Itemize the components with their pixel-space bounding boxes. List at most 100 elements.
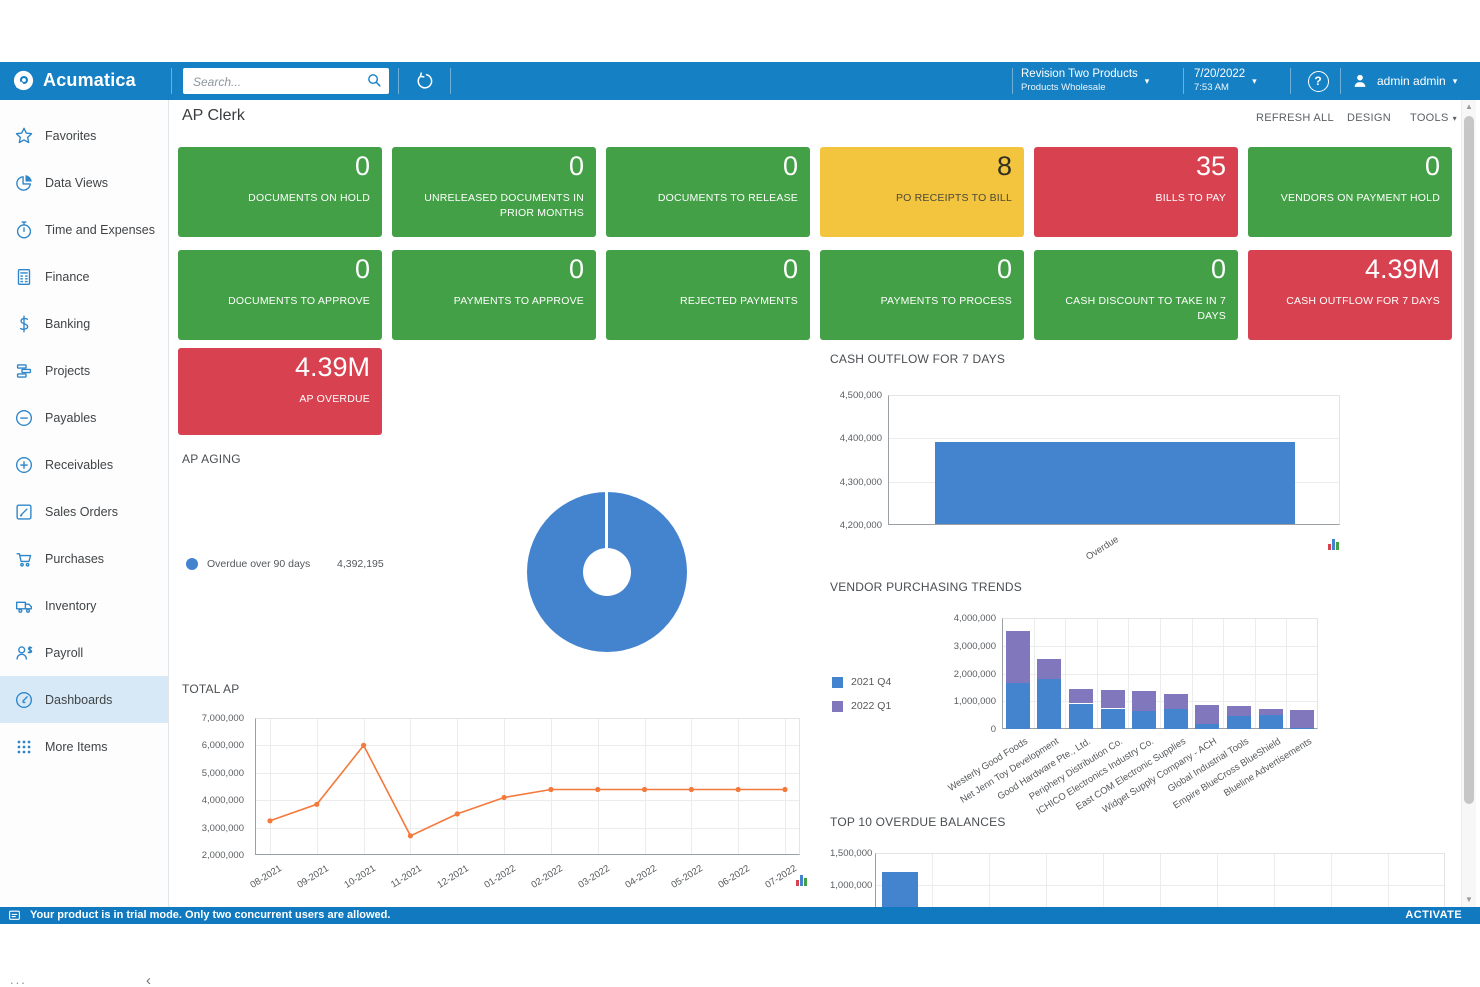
kpi-tile-bills-to-pay[interactable]: 35BILLS TO PAY — [1034, 147, 1238, 237]
bar-overdue-1[interactable] — [882, 872, 918, 907]
kpi-value: 4.39M — [1365, 254, 1440, 285]
acumatica-logo[interactable]: Acumatica — [12, 69, 136, 92]
sidebar-item-finance[interactable]: Finance — [0, 253, 168, 300]
bar-global-industrial-tools-2022-q1[interactable] — [1227, 706, 1251, 716]
business-date-timer-button[interactable] — [404, 62, 446, 100]
stopwatch-icon — [13, 219, 35, 241]
chart-type-icon[interactable] — [796, 874, 810, 886]
kpi-tile-vendors-on-payment-hold[interactable]: 0VENDORS ON PAYMENT HOLD — [1248, 147, 1452, 237]
sidebar-item-purchases[interactable]: Purchases — [0, 535, 168, 582]
bar-empire-bluecross-blueshield-2022-q1[interactable] — [1259, 709, 1283, 715]
sidebar-item-favorites[interactable]: Favorites — [0, 112, 168, 159]
scroll-up-icon[interactable]: ▲ — [1462, 100, 1476, 114]
main-scrollbar[interactable]: ▲ ▼ — [1461, 100, 1476, 907]
kpi-tile-payments-to-process[interactable]: 0PAYMENTS TO PROCESS — [820, 250, 1024, 340]
kpi-tile-ap-overdue[interactable]: 4.39MAP OVERDUE — [178, 348, 382, 435]
bar-periphery-distribution-co-2022-q1[interactable] — [1101, 690, 1125, 708]
bar-blueline-advertisements-2022-q1[interactable] — [1290, 710, 1314, 728]
scrollbar-thumb[interactable] — [1464, 116, 1474, 804]
search-box[interactable] — [183, 68, 389, 94]
bar-east-com-electronic-supplies-2022-q1[interactable] — [1164, 694, 1188, 709]
bar-ichico-electronics-industry-co-2022-q1[interactable] — [1132, 691, 1156, 711]
search-icon[interactable] — [366, 72, 383, 89]
bar-westerly-good-foods-2022-q1[interactable] — [1006, 631, 1030, 683]
bar-global-industrial-tools-2021-q4[interactable] — [1227, 715, 1251, 729]
sidebar-item-payroll[interactable]: Payroll — [0, 629, 168, 676]
bar-net-jenn-toy-development-2021-q4[interactable] — [1037, 678, 1061, 729]
chart-type-icon[interactable] — [1328, 538, 1342, 550]
sidebar-item-time-and-expenses[interactable]: Time and Expenses — [0, 206, 168, 253]
kpi-tile-cash-discount-to-take-in-7-days[interactable]: 0CASH DISCOUNT TO TAKE IN 7 DAYS — [1034, 250, 1238, 340]
search-input[interactable] — [191, 69, 363, 94]
sidebar-item-label: Banking — [45, 317, 90, 331]
user-menu[interactable]: admin admin ▾ — [1350, 62, 1468, 100]
ap-aging-legend-item[interactable]: Overdue over 90 days 4,392,195 — [186, 558, 384, 570]
kpi-label: PAYMENTS TO PROCESS — [830, 294, 1012, 309]
sidebar-item-data-views[interactable]: Data Views — [0, 159, 168, 206]
sidebar-item-label: Receivables — [45, 458, 113, 472]
kpi-label: VENDORS ON PAYMENT HOLD — [1258, 191, 1440, 206]
gridline — [1274, 854, 1275, 907]
header-action-refresh-all[interactable]: REFRESH ALL — [1256, 112, 1334, 124]
kpi-value: 0 — [355, 151, 370, 182]
gridline — [889, 438, 1339, 439]
sidebar-overflow-dots[interactable]: ... — [10, 972, 27, 987]
activate-button[interactable]: ACTIVATE — [1405, 909, 1462, 921]
bar-westerly-good-foods-2021-q4[interactable] — [1006, 683, 1030, 729]
business-date-selector[interactable]: 7/20/2022 7:53 AM ▾ — [1194, 62, 1282, 100]
y-axis-tick: 1,500,000 — [830, 848, 870, 859]
kpi-tile-unreleased-documents-in-prior-months[interactable]: 0UNRELEASED DOCUMENTS IN PRIOR MONTHS — [392, 147, 596, 237]
bar-overdue[interactable] — [935, 442, 1295, 524]
gridline — [1223, 619, 1224, 728]
data-point-03-2022 — [595, 787, 600, 792]
kpi-tile-po-receipts-to-bill[interactable]: 8PO RECEIPTS TO BILL — [820, 147, 1024, 237]
bar-blueline-advertisements-2021-q4[interactable] — [1290, 728, 1314, 729]
bar-widget-supply-company-ach-2022-q1[interactable] — [1195, 705, 1219, 724]
sidebar-item-projects[interactable]: Projects — [0, 347, 168, 394]
kpi-label: PAYMENTS TO APPROVE — [402, 294, 584, 309]
bar-periphery-distribution-co-2021-q4[interactable] — [1101, 709, 1125, 729]
bar-ichico-electronics-industry-co-2021-q4[interactable] — [1132, 710, 1156, 729]
kpi-tile-rejected-payments[interactable]: 0REJECTED PAYMENTS — [606, 250, 810, 340]
header-action-tools[interactable]: TOOLS▾ — [1410, 112, 1457, 124]
kpi-tile-documents-on-hold[interactable]: 0DOCUMENTS ON HOLD — [178, 147, 382, 237]
acumatica-logo-icon — [12, 69, 35, 92]
kpi-tile-payments-to-approve[interactable]: 0PAYMENTS TO APPROVE — [392, 250, 596, 340]
sidebar-item-receivables[interactable]: Receivables — [0, 441, 168, 488]
bar-good-hardware-pte-ltd-2021-q4[interactable] — [1069, 704, 1093, 729]
bar-east-com-electronic-supplies-2021-q4[interactable] — [1164, 709, 1188, 729]
chevron-down-icon: ▾ — [1453, 114, 1457, 123]
ap-aging-donut[interactable] — [527, 492, 687, 652]
scroll-down-icon[interactable]: ▼ — [1462, 893, 1476, 907]
kpi-label: AP OVERDUE — [188, 392, 370, 407]
sidebar-item-sales-orders[interactable]: Sales Orders — [0, 488, 168, 535]
bar-net-jenn-toy-development-2022-q1[interactable] — [1037, 659, 1061, 679]
help-icon: ? — [1308, 71, 1329, 92]
help-button[interactable]: ? — [1303, 62, 1333, 100]
y-axis-tick: 5,000,000 — [182, 768, 244, 779]
company-selector[interactable]: Revision Two Products Products Wholesale… — [1021, 62, 1171, 100]
kpi-tile-cash-outflow-for-7-days[interactable]: 4.39MCASH OUTFLOW FOR 7 DAYS — [1248, 250, 1452, 340]
sidebar-item-inventory[interactable]: Inventory — [0, 582, 168, 629]
chevron-down-icon: ▾ — [1145, 76, 1150, 87]
bar-good-hardware-pte-ltd-2022-q1[interactable] — [1069, 689, 1093, 703]
topbar-divider — [1012, 68, 1013, 94]
header-action-design[interactable]: DESIGN — [1347, 112, 1391, 124]
sidebar-item-label: More Items — [45, 740, 108, 754]
bar-empire-bluecross-blueshield-2021-q4[interactable] — [1259, 715, 1283, 729]
sidebar-item-banking[interactable]: Banking — [0, 300, 168, 347]
kpi-label: DOCUMENTS TO RELEASE — [616, 191, 798, 206]
sidebar-item-payables[interactable]: Payables — [0, 394, 168, 441]
sidebar-item-more-items[interactable]: More Items — [0, 723, 168, 770]
data-point-04-2022 — [642, 787, 647, 792]
y-axis-tick: 4,000,000 — [182, 795, 244, 806]
kpi-tile-documents-to-approve[interactable]: 0DOCUMENTS TO APPROVE — [178, 250, 382, 340]
gridline — [1097, 619, 1098, 728]
sidebar-collapse-icon[interactable]: ‹ — [146, 972, 151, 987]
sidebar-item-dashboards[interactable]: Dashboards — [0, 676, 168, 723]
user-name: admin admin — [1377, 74, 1446, 88]
y-axis-tick: 6,000,000 — [182, 740, 244, 751]
plus-circle-icon — [13, 454, 35, 476]
bar-widget-supply-company-ach-2021-q4[interactable] — [1195, 724, 1219, 729]
kpi-tile-documents-to-release[interactable]: 0DOCUMENTS TO RELEASE — [606, 147, 810, 237]
